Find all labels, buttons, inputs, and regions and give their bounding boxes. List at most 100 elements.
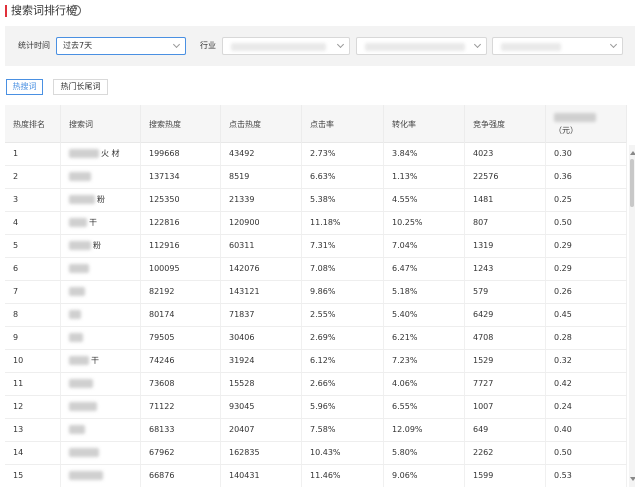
table-row[interactable]: 11 73608 15528 2.66% 4.06% 7727 0.42 bbox=[5, 373, 627, 396]
table-row[interactable]: 4 干 122816 120900 11.18% 10.25% 807 0.50 bbox=[5, 212, 627, 235]
period-select[interactable]: 过去7天 bbox=[56, 37, 186, 55]
cell-ctr: 2.55% bbox=[302, 304, 384, 326]
col-search-heat[interactable]: 搜索热度 bbox=[141, 105, 221, 143]
cell-rank: 15 bbox=[5, 465, 61, 487]
col-rank[interactable]: 热度排名 bbox=[5, 105, 61, 143]
cell-cvr: 6.55% bbox=[384, 396, 465, 418]
industry-select-level3[interactable] bbox=[492, 37, 623, 55]
redacted-value bbox=[365, 43, 465, 51]
cell-price: 0.40 bbox=[546, 419, 627, 441]
cell-search-heat: 125350 bbox=[141, 189, 221, 211]
cell-term: 火 材 bbox=[61, 143, 141, 165]
term-text: 粉 bbox=[97, 195, 105, 204]
term-text: 粉 bbox=[93, 241, 101, 250]
table-row[interactable]: 10 干 74246 31924 6.12% 7.23% 1529 0.32 bbox=[5, 350, 627, 373]
cell-cvr: 5.80% bbox=[384, 442, 465, 464]
help-icon[interactable]: ? bbox=[70, 5, 81, 16]
tab-long-tail[interactable]: 热门长尾词 bbox=[53, 79, 108, 95]
redacted-term bbox=[69, 471, 103, 480]
cell-search-heat: 67962 bbox=[141, 442, 221, 464]
table-row[interactable]: 8 80174 71837 2.55% 5.40% 6429 0.45 bbox=[5, 304, 627, 327]
col-click-heat[interactable]: 点击热度 bbox=[221, 105, 302, 143]
cell-price: 0.29 bbox=[546, 235, 627, 257]
col-competition[interactable]: 竞争强度 bbox=[465, 105, 546, 143]
cell-rank: 7 bbox=[5, 281, 61, 303]
cell-term bbox=[61, 166, 141, 188]
table-row[interactable]: 15 66876 140431 11.46% 9.06% 1599 0.53 bbox=[5, 465, 627, 487]
industry-select-level1[interactable] bbox=[222, 37, 350, 55]
cell-rank: 5 bbox=[5, 235, 61, 257]
cell-search-heat: 137134 bbox=[141, 166, 221, 188]
cell-competition: 807 bbox=[465, 212, 546, 234]
cell-competition: 1529 bbox=[465, 350, 546, 372]
cell-ctr: 2.66% bbox=[302, 373, 384, 395]
cell-click-heat: 93045 bbox=[221, 396, 302, 418]
cell-competition: 4023 bbox=[465, 143, 546, 165]
redacted-term bbox=[69, 218, 87, 227]
cell-search-heat: 73608 bbox=[141, 373, 221, 395]
cell-term bbox=[61, 396, 141, 418]
cell-click-heat: 143121 bbox=[221, 281, 302, 303]
cell-term bbox=[61, 465, 141, 487]
table-row[interactable]: 12 71122 93045 5.96% 6.55% 1007 0.24 bbox=[5, 396, 627, 419]
cell-ctr: 10.43% bbox=[302, 442, 384, 464]
industry-label: 行业 bbox=[200, 41, 216, 50]
cell-term: 粉 bbox=[61, 189, 141, 211]
col-price[interactable]: （元） bbox=[546, 105, 627, 143]
table-row[interactable]: 5 粉 112916 60311 7.31% 7.04% 1319 0.29 bbox=[5, 235, 627, 258]
cell-ctr: 7.58% bbox=[302, 419, 384, 441]
col-ctr[interactable]: 点击率 bbox=[302, 105, 384, 143]
cell-ctr: 6.63% bbox=[302, 166, 384, 188]
col-price-unit: （元） bbox=[554, 125, 578, 135]
cell-rank: 2 bbox=[5, 166, 61, 188]
industry-select-level2[interactable] bbox=[356, 37, 487, 55]
table-row[interactable]: 9 79505 30406 2.69% 6.21% 4708 0.28 bbox=[5, 327, 627, 350]
cell-competition: 2262 bbox=[465, 442, 546, 464]
vertical-scrollbar[interactable] bbox=[629, 145, 635, 487]
cell-ctr: 11.18% bbox=[302, 212, 384, 234]
scroll-thumb[interactable] bbox=[630, 159, 634, 207]
cell-search-heat: 122816 bbox=[141, 212, 221, 234]
table-row[interactable]: 6 100095 142076 7.08% 6.47% 1243 0.29 bbox=[5, 258, 627, 281]
cell-competition: 649 bbox=[465, 419, 546, 441]
term-text: 干 bbox=[91, 356, 99, 365]
cell-rank: 11 bbox=[5, 373, 61, 395]
tab-hot-search[interactable]: 热搜词 bbox=[6, 79, 43, 95]
cell-ctr: 7.31% bbox=[302, 235, 384, 257]
period-select-value: 过去7天 bbox=[63, 41, 93, 50]
cell-price: 0.25 bbox=[546, 189, 627, 211]
redacted-term bbox=[69, 333, 83, 342]
table-row[interactable]: 14 67962 162835 10.43% 5.80% 2262 0.50 bbox=[5, 442, 627, 465]
table-row[interactable]: 1 火 材 199668 43492 2.73% 3.84% 4023 0.30 bbox=[5, 143, 627, 166]
cell-competition: 4708 bbox=[465, 327, 546, 349]
redacted-term bbox=[69, 264, 89, 273]
col-term[interactable]: 搜索词 bbox=[61, 105, 141, 143]
cell-cvr: 7.23% bbox=[384, 350, 465, 372]
redacted-term bbox=[69, 356, 89, 365]
cell-cvr: 6.47% bbox=[384, 258, 465, 280]
cell-price: 0.36 bbox=[546, 166, 627, 188]
scroll-down-arrow-icon[interactable] bbox=[630, 477, 635, 481]
table-row[interactable]: 7 82192 143121 9.86% 5.18% 579 0.26 bbox=[5, 281, 627, 304]
cell-search-heat: 68133 bbox=[141, 419, 221, 441]
cell-term bbox=[61, 373, 141, 395]
cell-click-heat: 15528 bbox=[221, 373, 302, 395]
table-row[interactable]: 3 粉 125350 21339 5.38% 4.55% 1481 0.25 bbox=[5, 189, 627, 212]
cell-click-heat: 43492 bbox=[221, 143, 302, 165]
table-header: 热度排名 搜索词 搜索热度 点击热度 点击率 转化率 竞争强度 （元） bbox=[5, 105, 627, 143]
table-row[interactable]: 13 68133 20407 7.58% 12.09% 649 0.40 bbox=[5, 419, 627, 442]
cell-click-heat: 20407 bbox=[221, 419, 302, 441]
cell-click-heat: 162835 bbox=[221, 442, 302, 464]
table-row[interactable]: 2 137134 8519 6.63% 1.13% 22576 0.36 bbox=[5, 166, 627, 189]
title-accent-bar bbox=[5, 5, 7, 17]
scroll-up-arrow-icon[interactable] bbox=[630, 151, 635, 155]
cell-ctr: 2.69% bbox=[302, 327, 384, 349]
redacted-term bbox=[69, 241, 91, 250]
page-title: 搜索词排行榜 bbox=[11, 4, 77, 17]
col-cvr[interactable]: 转化率 bbox=[384, 105, 465, 143]
cell-cvr: 1.13% bbox=[384, 166, 465, 188]
redacted-term bbox=[69, 402, 97, 411]
cell-search-heat: 66876 bbox=[141, 465, 221, 487]
cell-cvr: 12.09% bbox=[384, 419, 465, 441]
cell-price: 0.29 bbox=[546, 258, 627, 280]
